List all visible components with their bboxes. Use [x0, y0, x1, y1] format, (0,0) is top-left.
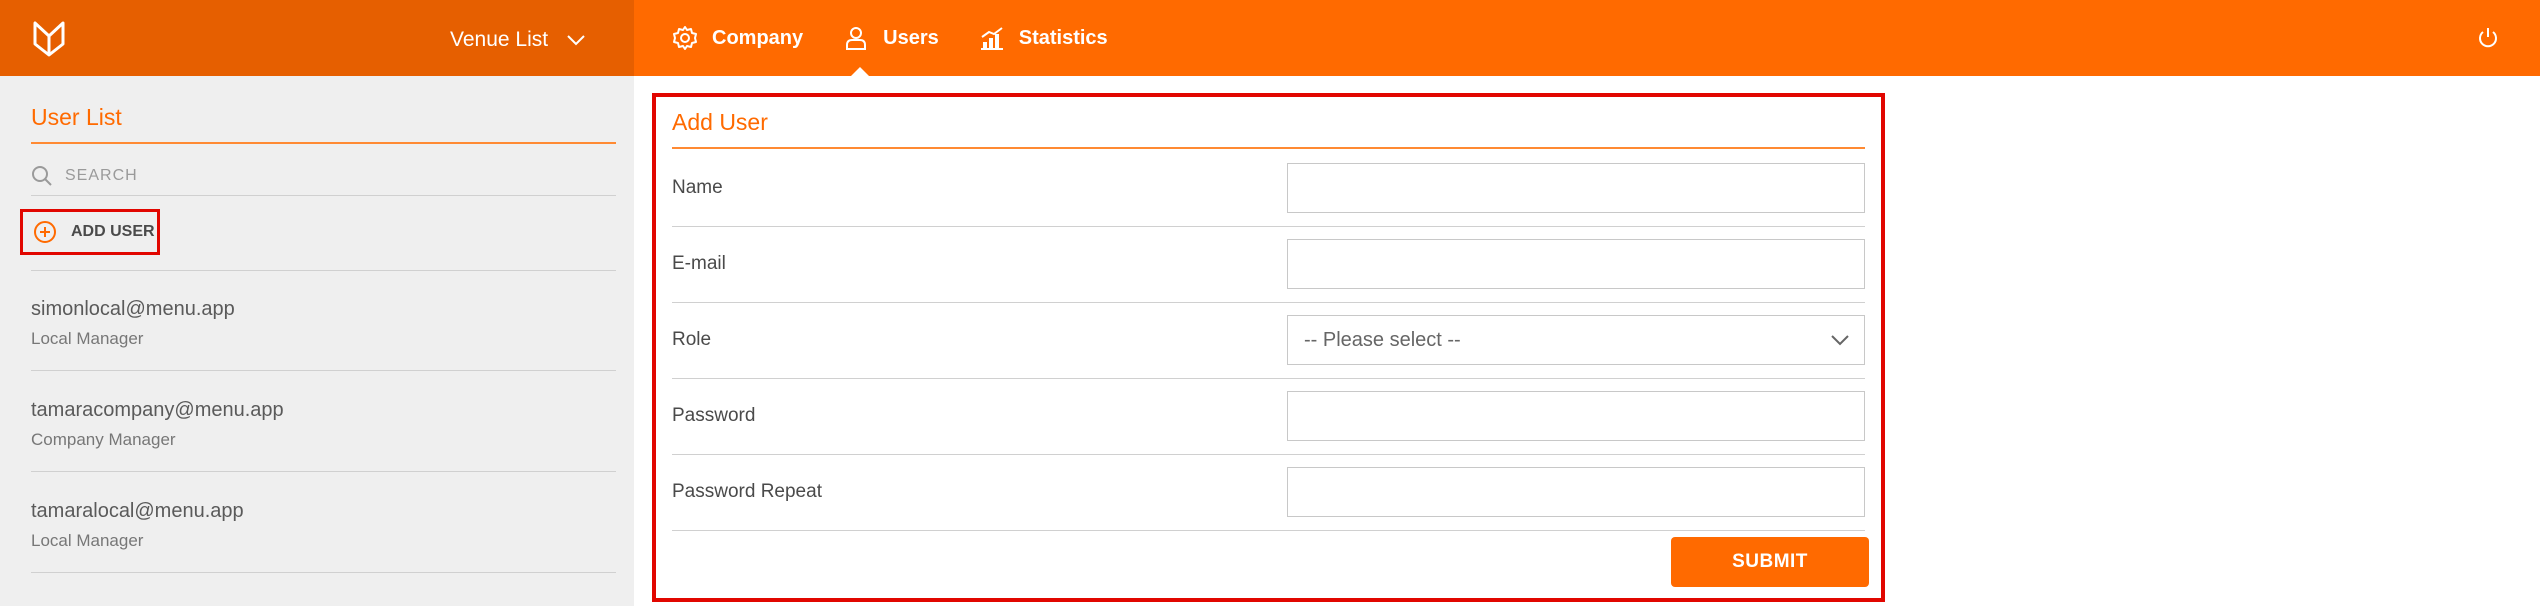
add-user-label: ADD USER	[71, 223, 155, 240]
gear-icon	[673, 26, 697, 50]
nav-statistics-label: Statistics	[1018, 26, 1108, 49]
nav-company[interactable]: Company	[672, 0, 803, 76]
nav-users[interactable]: Users	[843, 0, 939, 76]
nav-statistics[interactable]: Statistics	[979, 0, 1108, 76]
user-role: Local Manager	[31, 329, 144, 348]
name-row: Name	[672, 151, 1865, 227]
nav-users-label: Users	[883, 26, 939, 49]
menu-logo-icon[interactable]	[32, 20, 66, 58]
venue-panel: Venue List	[0, 0, 634, 76]
search-input[interactable]	[65, 166, 465, 185]
password-repeat-field[interactable]	[1287, 467, 1865, 517]
add-user-button[interactable]: ADD USER	[20, 209, 160, 255]
role-row: Role -- Please select --	[672, 303, 1865, 379]
user-role: Company Manager	[31, 430, 176, 449]
user-email: simonlocal@menu.app	[31, 298, 235, 320]
role-label: Role	[672, 329, 712, 350]
user-list-item[interactable]: simonlocal@menu.app Local Manager	[31, 271, 616, 371]
nav-company-label: Company	[712, 26, 804, 49]
user-email: tamaracompany@menu.app	[31, 399, 284, 421]
user-list-title: User List	[31, 104, 616, 144]
power-icon[interactable]	[2476, 26, 2500, 50]
password-repeat-row: Password Repeat	[672, 455, 1865, 531]
add-user-form: Add User Name E-mail Role -- Please sele…	[652, 93, 1885, 602]
main-nav: Company Users Statistics	[672, 0, 1148, 76]
user-role: Local Manager	[31, 531, 144, 550]
sidebar: User List ADD USER simonlocal@menu.app L…	[0, 76, 634, 606]
user-list-item[interactable]: tamaracompany@menu.app Company Manager	[31, 372, 616, 472]
chevron-down-icon	[1831, 335, 1849, 346]
password-repeat-label: Password Repeat	[672, 481, 822, 502]
search-bar	[31, 156, 616, 196]
role-select[interactable]: -- Please select --	[1287, 315, 1865, 365]
password-field[interactable]	[1287, 391, 1865, 441]
search-icon	[32, 165, 52, 186]
top-navbar: Venue List Company Users Statistics	[0, 0, 2540, 76]
user-icon	[846, 27, 867, 50]
user-email: tamaralocal@menu.app	[31, 500, 244, 522]
email-field[interactable]	[1287, 239, 1865, 289]
plus-circle-icon	[34, 221, 56, 243]
form-title: Add User	[672, 107, 1865, 149]
user-list-item[interactable]: tamaralocal@menu.app Local Manager	[31, 473, 616, 573]
password-row: Password	[672, 379, 1865, 455]
chart-icon	[980, 27, 1003, 50]
venue-selector-label: Venue List	[450, 28, 549, 51]
submit-button[interactable]: SUBMIT	[1671, 537, 1869, 587]
name-label: Name	[672, 177, 723, 198]
role-select-value: -- Please select --	[1304, 328, 1461, 351]
chevron-down-icon	[567, 35, 585, 46]
email-label: E-mail	[672, 253, 726, 274]
venue-selector[interactable]: Venue List	[450, 26, 586, 54]
name-field[interactable]	[1287, 163, 1865, 213]
email-row: E-mail	[672, 227, 1865, 303]
password-label: Password	[672, 405, 756, 426]
